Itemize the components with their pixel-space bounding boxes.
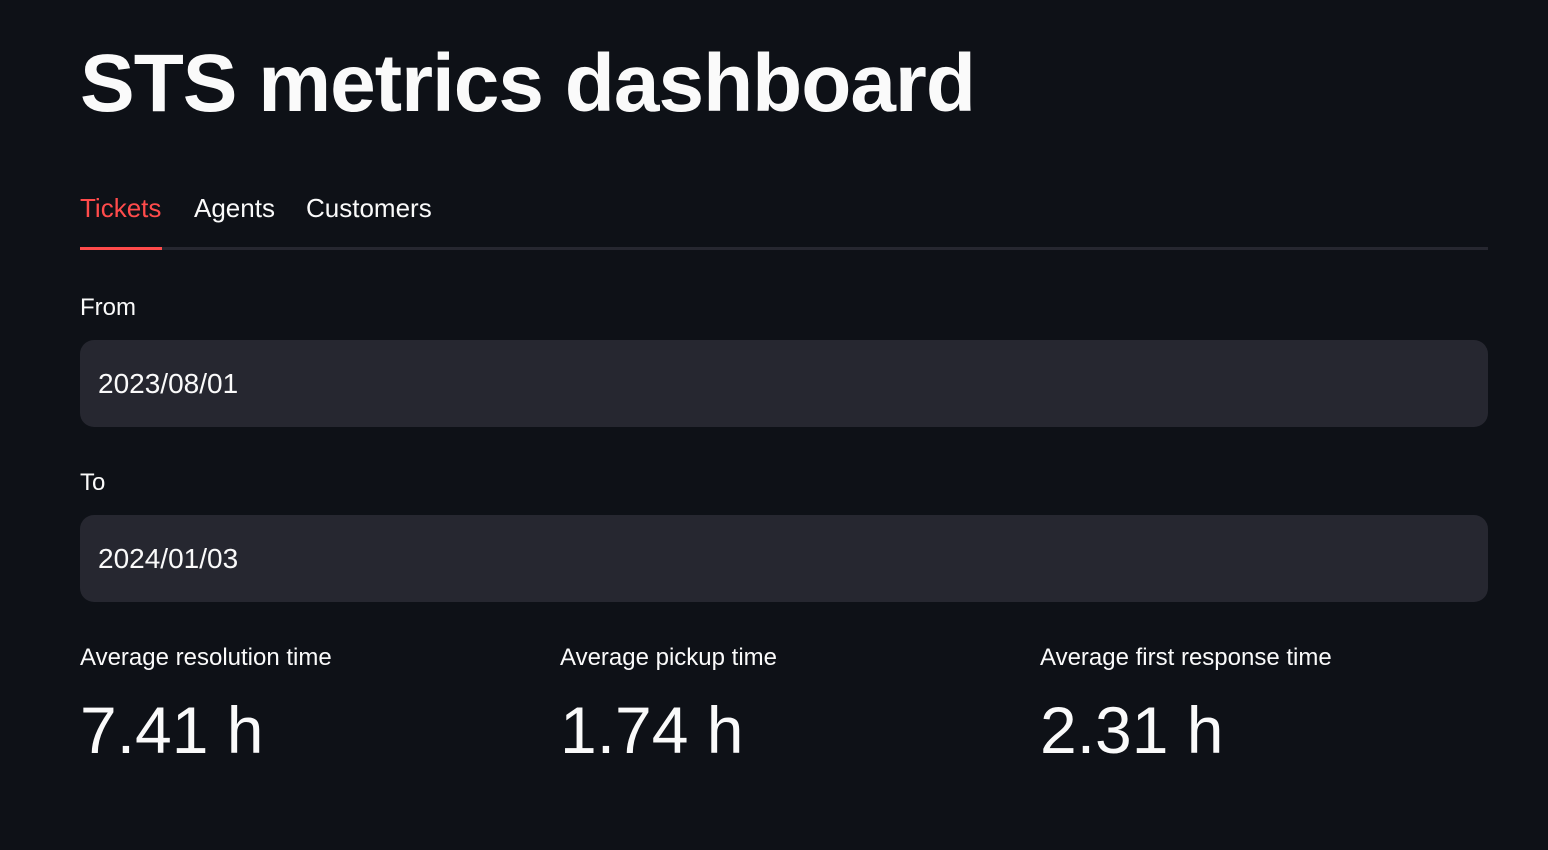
from-label: From — [80, 294, 136, 321]
to-label: To — [80, 469, 106, 496]
tab-agents[interactable]: Agents — [194, 190, 275, 226]
metric-pickup-time: Average pickup time 1.74 h — [560, 640, 1020, 768]
page-title: STS metrics dashboard — [80, 38, 976, 129]
tab-bar: Tickets Agents Customers — [80, 180, 1488, 250]
metric-resolution-time: Average resolution time 7.41 h — [80, 640, 540, 768]
metric-value: 1.74 h — [560, 693, 744, 767]
tab-tickets[interactable]: Tickets — [80, 190, 161, 226]
active-tab-indicator — [80, 247, 162, 250]
metric-label: Average resolution time — [80, 644, 332, 671]
from-date-input[interactable] — [80, 340, 1488, 427]
metric-label: Average first response time — [1040, 644, 1332, 671]
metric-label: Average pickup time — [560, 644, 778, 671]
metric-value: 7.41 h — [80, 693, 264, 767]
dashboard-page: STS metrics dashboard Tickets Agents Cus… — [0, 0, 1548, 850]
to-date-input[interactable] — [80, 515, 1488, 602]
metric-value: 2.31 h — [1040, 693, 1224, 767]
metric-first-response-time: Average first response time 2.31 h — [1040, 640, 1500, 768]
tab-customers[interactable]: Customers — [306, 190, 432, 226]
